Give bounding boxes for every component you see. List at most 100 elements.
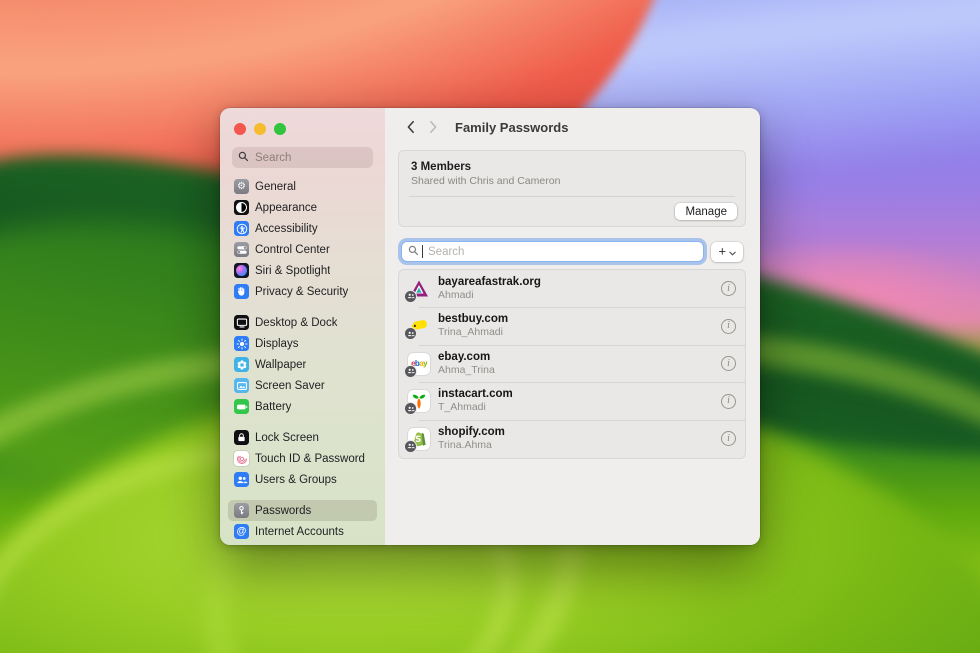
users-icon xyxy=(234,472,249,487)
members-shared-with: Shared with Chris and Cameron xyxy=(411,175,733,188)
settings-sidebar: ⚙ General Appearance Accessibility Contr… xyxy=(220,108,385,545)
sidebar-item-users-groups[interactable]: Users & Groups xyxy=(228,469,377,490)
sidebar-item-label: Battery xyxy=(255,401,291,413)
password-site: bayareafastrak.org xyxy=(438,276,721,289)
accessibility-icon xyxy=(234,221,249,236)
fingerprint-icon xyxy=(234,451,249,466)
sidebar-item-passwords[interactable]: Passwords xyxy=(228,500,377,521)
sidebar-item-battery[interactable]: Battery xyxy=(228,396,377,417)
sidebar-item-label: Users & Groups xyxy=(255,474,337,486)
password-row[interactable]: S shopify.com Trina.Ahma i xyxy=(399,420,745,458)
manage-button[interactable]: Manage xyxy=(675,203,737,220)
add-password-button[interactable]: + xyxy=(711,242,743,262)
sidebar-group: ⚙ General Appearance Accessibility Contr… xyxy=(228,176,377,302)
system-settings-window: ⚙ General Appearance Accessibility Contr… xyxy=(220,108,760,545)
info-icon: i xyxy=(727,434,730,444)
passwords-toolbar: + xyxy=(401,241,743,262)
sidebar-item-siri-spotlight[interactable]: Siri & Spotlight xyxy=(228,260,377,281)
back-button[interactable] xyxy=(401,118,420,136)
shared-badge-icon xyxy=(404,440,417,453)
info-button[interactable]: i xyxy=(721,319,736,334)
shared-badge-icon xyxy=(404,365,417,378)
sidebar-item-wallpaper[interactable]: Wallpaper xyxy=(228,354,377,375)
key-icon xyxy=(234,503,249,518)
sun-icon xyxy=(234,336,249,351)
screensaver-icon xyxy=(234,378,249,393)
passwords-list: bayareafastrak.org Ahmadi i bestbuy.com … xyxy=(398,269,746,459)
password-row[interactable]: bestbuy.com Trina_Ahmadi i xyxy=(399,308,745,346)
sidebar-item-label: Touch ID & Password xyxy=(255,453,365,465)
passwords-search-input[interactable] xyxy=(426,245,697,259)
chevron-down-icon xyxy=(729,244,736,259)
sidebar-group: Desktop & Dock Displays Wallpaper Screen… xyxy=(228,312,377,417)
members-count: 3 Members xyxy=(411,160,733,174)
password-username: Trina.Ahma xyxy=(438,439,721,452)
sidebar-item-label: Passwords xyxy=(255,505,311,517)
at-icon: @ xyxy=(234,524,249,539)
info-icon: i xyxy=(727,359,730,369)
shared-badge-icon xyxy=(404,290,417,303)
search-icon xyxy=(408,243,419,261)
sidebar-item-label: Privacy & Security xyxy=(255,286,348,298)
search-icon xyxy=(238,149,249,167)
forward-button[interactable] xyxy=(424,118,443,136)
info-icon: i xyxy=(727,396,730,406)
sidebar-item-screen-saver[interactable]: Screen Saver xyxy=(228,375,377,396)
password-site: instacart.com xyxy=(438,388,721,401)
sidebar-item-label: Wallpaper xyxy=(255,359,306,371)
sidebar-search-field[interactable] xyxy=(232,147,373,168)
shared-badge-icon xyxy=(404,327,417,340)
plus-icon: + xyxy=(718,245,726,258)
minimize-button[interactable] xyxy=(254,123,266,135)
info-button[interactable]: i xyxy=(721,431,736,446)
sidebar-item-lock-screen[interactable]: Lock Screen xyxy=(228,427,377,448)
password-username: Trina_Ahmadi xyxy=(438,326,721,339)
sidebar-item-desktop-dock[interactable]: Desktop & Dock xyxy=(228,312,377,333)
lock-icon xyxy=(234,430,249,445)
sidebar-item-touch-id-password[interactable]: Touch ID & Password xyxy=(228,448,377,469)
sidebar-item-general[interactable]: ⚙ General xyxy=(228,176,377,197)
sidebar-item-appearance[interactable]: Appearance xyxy=(228,197,377,218)
info-icon: i xyxy=(727,284,730,294)
password-site: ebay.com xyxy=(438,351,721,364)
info-icon: i xyxy=(727,321,730,331)
siri-icon xyxy=(234,263,249,278)
sidebar-item-privacy-security[interactable]: Privacy & Security xyxy=(228,281,377,302)
sidebar-item-label: Lock Screen xyxy=(255,432,319,444)
info-button[interactable]: i xyxy=(721,394,736,409)
family-passwords-pane: Family Passwords 3 Members Shared with C… xyxy=(385,108,760,545)
info-button[interactable]: i xyxy=(721,356,736,371)
sidebar-item-label: Screen Saver xyxy=(255,380,325,392)
window-controls xyxy=(220,108,385,135)
password-username: Ahma_Trina xyxy=(438,364,721,377)
password-row[interactable]: ebay ebay.com Ahma_Trina i xyxy=(399,345,745,383)
password-site: shopify.com xyxy=(438,426,721,439)
page-title: Family Passwords xyxy=(455,120,568,135)
password-row[interactable]: instacart.com T_Ahmadi i xyxy=(399,383,745,421)
password-site: bestbuy.com xyxy=(438,313,721,326)
members-card: 3 Members Shared with Chris and Cameron … xyxy=(398,150,746,227)
sidebar-item-displays[interactable]: Displays xyxy=(228,333,377,354)
sidebar-item-label: General xyxy=(255,181,296,193)
sidebar-item-label: Accessibility xyxy=(255,223,318,235)
info-button[interactable]: i xyxy=(721,281,736,296)
desktop-dock-icon xyxy=(234,315,249,330)
pane-header: Family Passwords xyxy=(385,108,760,146)
sidebar-item-label: Internet Accounts xyxy=(255,526,344,538)
sidebar-item-internet-accounts[interactable]: @ Internet Accounts xyxy=(228,521,377,542)
sidebar-item-label: Control Center xyxy=(255,244,330,256)
shared-badge-icon xyxy=(404,402,417,415)
password-row[interactable]: bayareafastrak.org Ahmadi i xyxy=(399,270,745,308)
appearance-icon xyxy=(234,200,249,215)
members-summary: 3 Members Shared with Chris and Cameron xyxy=(399,151,745,196)
zoom-button[interactable] xyxy=(274,123,286,135)
text-caret xyxy=(422,245,423,258)
passwords-search-field[interactable] xyxy=(401,241,704,262)
sidebar-item-label: Siri & Spotlight xyxy=(255,265,330,277)
sidebar-item-accessibility[interactable]: Accessibility xyxy=(228,218,377,239)
sidebar-search-input[interactable] xyxy=(253,151,367,165)
sidebar-group: Lock Screen Touch ID & Password Users & … xyxy=(228,427,377,490)
battery-icon xyxy=(234,399,249,414)
close-button[interactable] xyxy=(234,123,246,135)
sidebar-item-control-center[interactable]: Control Center xyxy=(228,239,377,260)
